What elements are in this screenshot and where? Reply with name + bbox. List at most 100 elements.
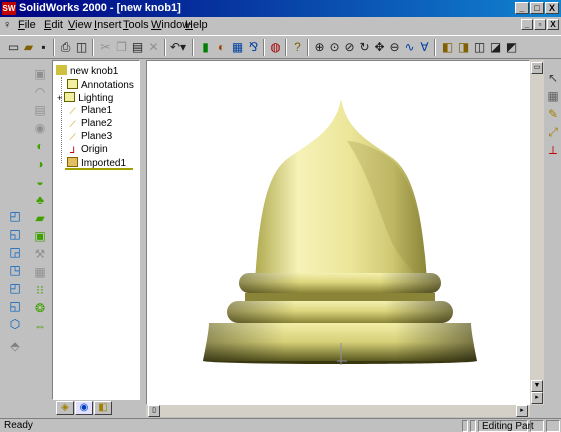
paste-icon[interactable]: ▤ xyxy=(130,40,145,55)
bottom-view-icon[interactable]: ◱ xyxy=(7,298,23,314)
rebuild-icon[interactable]: ▮ xyxy=(198,40,213,55)
doc-minimize-button[interactable]: _ xyxy=(521,19,533,30)
color-icon[interactable]: ▦ xyxy=(230,40,245,55)
menu-edit[interactable]: Edit xyxy=(44,19,63,31)
toolbar-separator xyxy=(92,39,94,56)
undo-icon[interactable]: ↶▾ xyxy=(170,40,186,55)
select-arrow-icon[interactable]: ↖ xyxy=(545,70,561,86)
scroll-right-icon[interactable]: ▸ xyxy=(516,405,528,417)
cut-extrude-icon[interactable]: ◐ xyxy=(32,138,48,154)
extrude-icon[interactable]: ▣ xyxy=(32,66,48,82)
tree-item-plane1[interactable]: ⟋ Plane1 xyxy=(67,105,112,117)
tree-item-origin[interactable]: ⅃ Origin xyxy=(67,144,108,156)
right-view-icon[interactable]: ◳ xyxy=(7,262,23,278)
open-icon[interactable]: ▰ xyxy=(21,40,36,55)
sketch-icon[interactable]: ✎ xyxy=(545,106,561,122)
revolve-icon[interactable]: ◠ xyxy=(32,84,48,100)
doc-restore-button[interactable]: ▫ xyxy=(534,19,546,30)
maximize-button[interactable]: □ xyxy=(530,2,544,14)
smart-dimension-icon[interactable]: ⤢ xyxy=(545,124,561,140)
menu-file[interactable]: File xyxy=(18,19,36,31)
zoom-area-icon[interactable]: ⊘ xyxy=(342,40,357,55)
chamfer-icon[interactable]: ♣ xyxy=(32,192,48,208)
left-view-icon[interactable]: ◲ xyxy=(7,244,23,260)
cut-revolve-icon[interactable]: ◑ xyxy=(32,156,48,172)
tree-item-label: Plane2 xyxy=(81,118,113,129)
draft-icon[interactable]: ▣ xyxy=(32,228,48,244)
split-handle-icon[interactable]: ▯ xyxy=(148,405,160,417)
normal-to-icon[interactable]: ⬘ xyxy=(7,338,23,354)
lighting-icon xyxy=(64,92,76,102)
property-manager-tab-icon[interactable]: ◉ xyxy=(75,401,93,415)
horizontal-scrollbar[interactable]: ▯ ▸ xyxy=(146,405,530,417)
plane-icon: ⟋ xyxy=(69,132,76,142)
size-grip-icon[interactable] xyxy=(546,420,560,432)
menu-tools[interactable]: Tools xyxy=(123,19,149,31)
zoom-icon[interactable]: ⊖ xyxy=(387,40,402,55)
doc-menu-icon[interactable]: ♀ xyxy=(3,19,11,31)
circular-pattern-icon[interactable]: ❂ xyxy=(32,300,48,316)
hidden-lines-icon[interactable]: ∀ xyxy=(417,40,432,55)
mirror-icon[interactable]: ⇔ xyxy=(32,318,48,334)
tree-item-annotations[interactable]: Annotations xyxy=(67,79,134,91)
scroll-right-icon[interactable]: ▸ xyxy=(531,392,543,404)
configuration-manager-tab-icon[interactable]: ◧ xyxy=(94,401,112,415)
save-icon[interactable]: ▪ xyxy=(36,40,51,55)
section-icon[interactable]: ◫ xyxy=(472,40,487,55)
options-icon[interactable]: ◐ xyxy=(214,40,229,55)
graphics-viewport[interactable] xyxy=(146,60,530,405)
help-icon[interactable]: ? xyxy=(290,40,305,55)
select-icon[interactable]: ⅋ xyxy=(246,40,261,55)
rotate-icon[interactable]: ↻ xyxy=(357,40,372,55)
hole-icon[interactable]: ⚒ xyxy=(32,246,48,262)
feature-manager-tree: new knob1 Annotations + Lighting ⟋ Plane1 … xyxy=(52,60,140,400)
minimize-button[interactable]: _ xyxy=(515,2,529,14)
rollback-bar[interactable] xyxy=(65,168,133,170)
front-view-icon[interactable]: ◰ xyxy=(7,208,23,224)
shell-icon[interactable]: ▰ xyxy=(32,210,48,226)
view-orientation-icon[interactable]: ◪ xyxy=(488,40,503,55)
cut-icon[interactable]: ✂ xyxy=(98,40,113,55)
shaded-icon[interactable]: ◧ xyxy=(440,40,455,55)
print-preview-icon[interactable]: ◫ xyxy=(74,40,89,55)
menu-view[interactable]: View xyxy=(68,19,92,31)
doc-close-button[interactable]: X xyxy=(547,19,559,30)
linear-pattern-icon[interactable]: ⁝⁝ xyxy=(32,282,48,298)
window-title: SolidWorks 2000 - [new knob1] xyxy=(19,2,181,14)
tree-item-lighting[interactable]: + Lighting xyxy=(57,92,113,104)
tree-item-plane3[interactable]: ⟋ Plane3 xyxy=(67,131,112,143)
zoom-fit-icon[interactable]: ⊕ xyxy=(312,40,327,55)
add-relation-icon[interactable]: ⟂ xyxy=(545,142,561,158)
back-view-icon[interactable]: ◱ xyxy=(7,226,23,242)
edit-color-icon[interactable]: ◍ xyxy=(268,40,283,55)
close-button[interactable]: X xyxy=(545,2,559,14)
loft-icon[interactable]: ◉ xyxy=(32,120,48,136)
scroll-down-icon[interactable]: ▼ xyxy=(531,380,543,392)
tree-item-plane2[interactable]: ⟋ Plane2 xyxy=(67,118,112,130)
toolbar-separator xyxy=(263,39,265,56)
toolbar-separator xyxy=(192,39,194,56)
title-bar[interactable]: SW SolidWorks 2000 - [new knob1] _ □ X xyxy=(0,0,561,17)
menu-help[interactable]: Help xyxy=(185,19,208,31)
copy-icon[interactable]: ❐ xyxy=(114,40,129,55)
menu-insert[interactable]: Insert xyxy=(94,19,122,31)
feature-manager-tab-icon[interactable]: ◈ xyxy=(56,401,74,415)
hide-show-icon[interactable]: ◩ xyxy=(504,40,519,55)
isometric-view-icon[interactable]: ⬡ xyxy=(7,316,23,332)
sweep-icon[interactable]: ▤ xyxy=(32,102,48,118)
fillet-icon[interactable]: ◒ xyxy=(32,174,48,190)
new-icon[interactable]: ▭ xyxy=(6,40,21,55)
delete-icon[interactable]: ✕ xyxy=(146,40,161,55)
rib-icon[interactable]: ▦ xyxy=(32,264,48,280)
perspective-icon[interactable]: ◨ xyxy=(456,40,471,55)
tree-item-label: Origin xyxy=(81,144,108,155)
print-icon[interactable]: ⎙ xyxy=(58,40,73,55)
zoom-in-icon[interactable]: ⊙ xyxy=(327,40,342,55)
pan-icon[interactable]: ✥ xyxy=(372,40,387,55)
grid-icon[interactable]: ▦ xyxy=(545,88,561,104)
top-view-icon[interactable]: ◰ xyxy=(7,280,23,296)
vertical-scrollbar[interactable]: ▭ ▼ ▸ xyxy=(530,60,544,405)
wireframe-icon[interactable]: ∿ xyxy=(402,40,417,55)
tree-item-part[interactable]: new knob1 xyxy=(56,65,118,77)
split-handle-icon[interactable]: ▭ xyxy=(531,62,543,74)
